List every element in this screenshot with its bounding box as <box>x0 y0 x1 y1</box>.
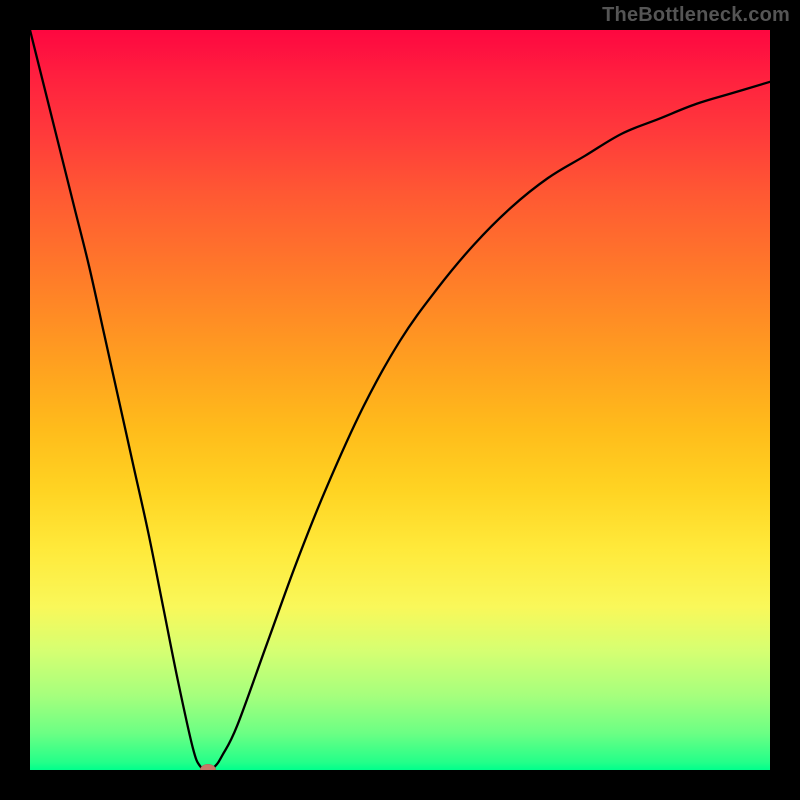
plot-area <box>30 30 770 770</box>
bottleneck-curve <box>30 30 770 770</box>
minimum-marker <box>200 764 216 770</box>
watermark-text: TheBottleneck.com <box>602 4 790 27</box>
chart-frame: TheBottleneck.com <box>0 0 800 800</box>
